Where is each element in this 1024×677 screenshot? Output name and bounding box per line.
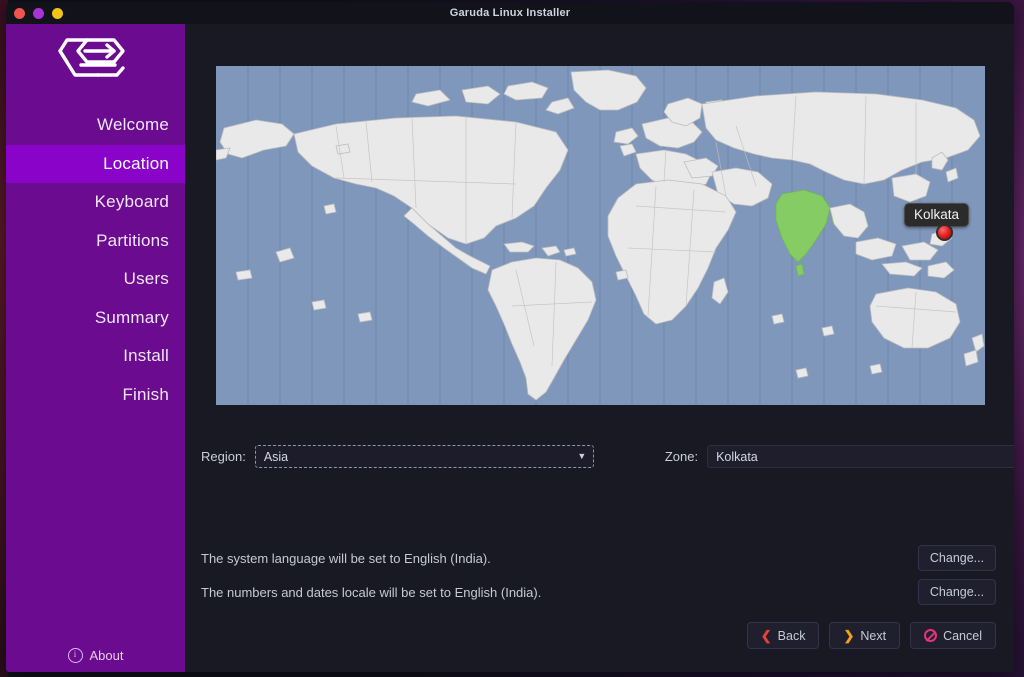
about-button[interactable]: i About: [6, 638, 185, 672]
info-icon: i: [67, 647, 83, 663]
region-label: Region:: [201, 449, 246, 464]
sidebar-item-users[interactable]: Users: [6, 260, 185, 299]
zone-value: Kolkata: [716, 449, 758, 464]
about-label: About: [89, 647, 124, 663]
close-button[interactable]: [14, 7, 25, 19]
sidebar-item-partitions[interactable]: Partitions: [6, 222, 185, 261]
next-button[interactable]: ❯ Next: [829, 622, 901, 649]
numbers-dates-text: The numbers and dates locale will be set…: [201, 584, 542, 600]
region-group: Region: Asia ▼: [201, 445, 594, 468]
installer-window: Garuda Linux Installer Welcome Location …: [6, 2, 1014, 672]
system-language-row: The system language will be set to Engli…: [201, 545, 996, 571]
next-label: Next: [860, 628, 887, 643]
map-location-marker[interactable]: [936, 224, 953, 241]
minimize-button[interactable]: [33, 7, 44, 19]
chevron-right-icon: ❯: [843, 628, 855, 643]
region-select[interactable]: Asia ▼: [254, 445, 594, 468]
sidebar-item-install[interactable]: Install: [6, 337, 185, 376]
garuda-logo: [6, 24, 185, 106]
ban-icon: [924, 629, 938, 642]
content-pane: Kolkata Region: Asia ▼ Zone: Kolkata ▼: [185, 24, 1014, 672]
sidebar-item-finish[interactable]: Finish: [6, 376, 185, 415]
sidebar-item-label: Location: [103, 153, 169, 173]
sidebar-item-label: Finish: [122, 384, 169, 404]
sidebar-item-location[interactable]: Location: [6, 144, 185, 183]
zone-select[interactable]: Kolkata ▼: [707, 445, 1014, 468]
numbers-dates-row: The numbers and dates locale will be set…: [201, 579, 996, 605]
wizard-buttons: ❮ Back ❯ Next Cancel: [746, 622, 996, 649]
sidebar-item-summary[interactable]: Summary: [6, 299, 185, 338]
sidebar: Welcome Location Keyboard Partitions Use…: [6, 24, 185, 672]
sidebar-item-label: Partitions: [96, 230, 169, 250]
system-language-text: The system language will be set to Engli…: [201, 550, 491, 566]
zone-group: Zone: Kolkata ▼: [665, 445, 1014, 468]
window-controls: [14, 2, 63, 24]
cancel-label: Cancel: [943, 628, 982, 643]
map-tooltip: Kolkata: [904, 203, 970, 227]
sidebar-item-label: Summary: [94, 307, 169, 327]
sidebar-item-welcome[interactable]: Welcome: [6, 106, 185, 145]
region-zone-row: Region: Asia ▼ Zone: Kolkata ▼: [201, 445, 1014, 468]
sidebar-item-label: Welcome: [97, 115, 169, 135]
chevron-left-icon: ❮: [760, 628, 772, 643]
sidebar-item-keyboard[interactable]: Keyboard: [6, 183, 185, 222]
zone-label: Zone:: [664, 449, 699, 464]
change-language-button[interactable]: Change...: [918, 545, 996, 571]
window-titlebar[interactable]: Garuda Linux Installer: [6, 2, 1014, 24]
cancel-button[interactable]: Cancel: [910, 622, 996, 649]
window-body: Welcome Location Keyboard Partitions Use…: [6, 24, 1014, 672]
region-value: Asia: [263, 449, 289, 464]
sidebar-item-label: Install: [123, 346, 169, 366]
timezone-map[interactable]: [216, 66, 985, 405]
chevron-down-icon: ▼: [577, 451, 587, 461]
change-numbers-button[interactable]: Change...: [918, 579, 996, 605]
sidebar-item-label: Keyboard: [94, 192, 169, 212]
back-label: Back: [777, 628, 806, 643]
window-title: Garuda Linux Installer: [449, 7, 571, 19]
maximize-button[interactable]: [52, 7, 63, 19]
sidebar-item-label: Users: [123, 269, 169, 289]
back-button[interactable]: ❮ Back: [746, 622, 820, 649]
sidebar-nav: Welcome Location Keyboard Partitions Use…: [6, 106, 185, 414]
